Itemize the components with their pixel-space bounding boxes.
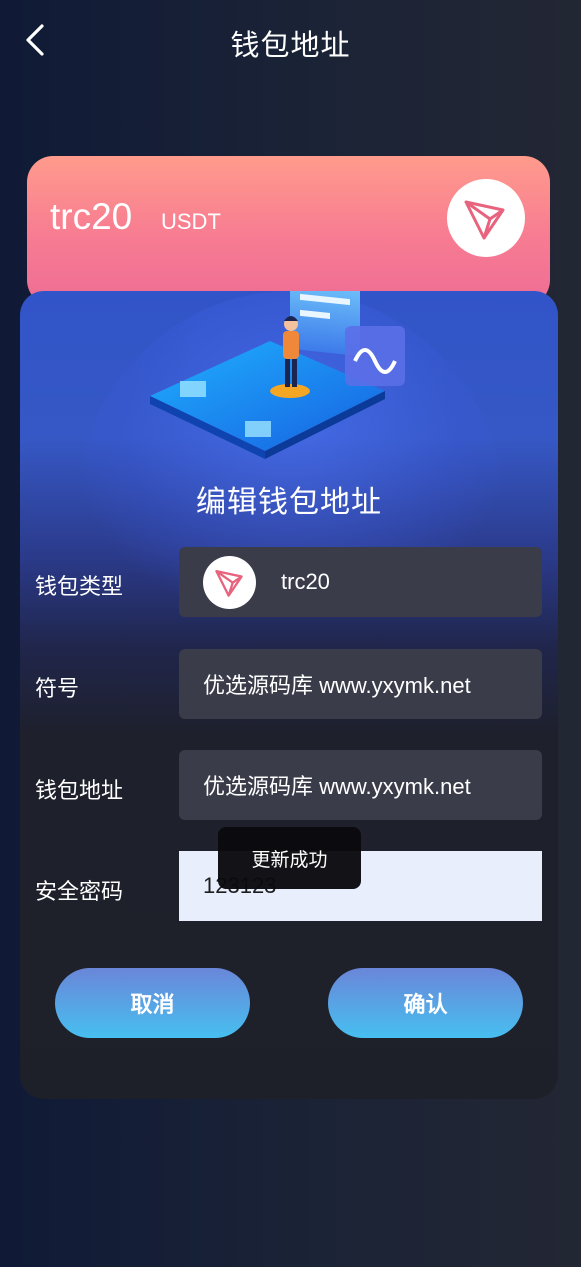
tron-logo-icon [203,555,256,609]
page-title: 钱包地址 [230,28,351,62]
edit-dialog: 编辑钱包地址 钱包类型 trc20 符号 优选源码库 www.yxymk.net… [20,291,558,1099]
wallet-illustration [150,291,405,459]
header: 钱包地址 [0,0,581,84]
card-symbol: USDT [161,209,221,234]
wallet-card: trc20 USDT [27,156,550,306]
symbol-value: 优选源码库 www.yxymk.net [203,673,471,698]
symbol-label: 符号 [35,677,80,702]
address-label: 钱包地址 [35,779,124,804]
password-label: 安全密码 [35,880,124,905]
card-wallet-name: trc20 [50,196,133,237]
wallet-type-select[interactable]: trc20 [179,547,542,617]
address-value: 优选源码库 www.yxymk.net [203,774,471,799]
tron-logo-icon [447,179,525,257]
dialog-title: 编辑钱包地址 [196,485,382,520]
toast-message: 更新成功 [218,827,361,889]
cancel-button[interactable]: 取消 [55,968,250,1038]
confirm-button[interactable]: 确认 [328,968,523,1038]
symbol-field[interactable]: 优选源码库 www.yxymk.net [179,649,542,719]
wallet-type-label: 钱包类型 [35,575,124,600]
wallet-type-value: trc20 [281,569,330,594]
address-field[interactable]: 优选源码库 www.yxymk.net [179,750,542,820]
